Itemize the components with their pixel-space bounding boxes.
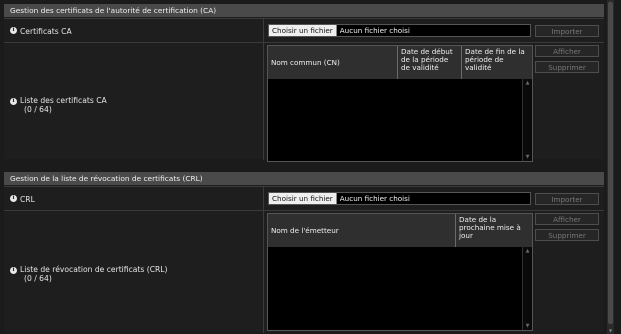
- crl-section-header: Gestion de la liste de révocation de cer…: [4, 172, 604, 185]
- crl-file-picker[interactable]: Choisir un fichier Aucun fichier choisi: [268, 192, 531, 205]
- ca-import-button[interactable]: Importer: [535, 25, 599, 37]
- crl-table-scrollbar[interactable]: ▲ ▼: [522, 247, 532, 330]
- info-icon: i: [10, 195, 17, 202]
- scroll-up-arrow-icon[interactable]: ▲: [523, 247, 532, 255]
- ca-choose-file-button[interactable]: Choisir un fichier: [269, 25, 337, 36]
- ca-table-scrollbar[interactable]: ▲ ▼: [522, 79, 532, 161]
- ca-table-header: Nom commun (CN) Date de début de la péri…: [268, 46, 532, 79]
- crl-table: Nom de l'émetteur Date de la prochaine m…: [267, 213, 533, 331]
- column-header-issuer-name[interactable]: Nom de l'émetteur: [268, 214, 456, 247]
- divider: [263, 43, 264, 160]
- scroll-down-arrow-icon[interactable]: ▼: [607, 328, 614, 334]
- crl-label-group: i CRL: [10, 195, 35, 204]
- divider: [263, 19, 264, 43]
- crl-list-count: (0 / 64): [24, 274, 52, 283]
- crl-import-button[interactable]: Importer: [535, 193, 599, 205]
- column-header-common-name[interactable]: Nom commun (CN): [268, 46, 398, 79]
- crl-choose-file-button[interactable]: Choisir un fichier: [269, 193, 337, 204]
- page-scrollbar[interactable]: ▲ ▼: [607, 0, 614, 334]
- crl-show-button[interactable]: Afficher: [535, 213, 599, 225]
- crl-import-row: i CRL Choisir un fichier Aucun fichier c…: [4, 186, 604, 211]
- ca-cert-table: Nom commun (CN) Date de début de la péri…: [267, 45, 533, 162]
- ca-list-count: (0 / 64): [24, 105, 52, 114]
- ca-cert-label: Certificats CA: [20, 27, 72, 36]
- scroll-up-arrow-icon[interactable]: ▲: [523, 79, 532, 87]
- crl-list-row: i Liste de révocation de certificats (CR…: [4, 210, 604, 333]
- crl-list-label: Liste de révocation de certificats (CRL): [20, 265, 168, 274]
- column-header-validity-start[interactable]: Date de début de la période de validité: [398, 46, 462, 79]
- ca-cert-list-row: i Liste des certificats CA (0 / 64) Nom …: [4, 42, 604, 162]
- ca-list-label: Liste des certificats CA: [20, 96, 107, 105]
- ca-delete-button[interactable]: Supprimer: [535, 61, 599, 73]
- crl-file-status: Aucun fichier choisi: [339, 194, 410, 203]
- divider: [263, 187, 264, 211]
- scroll-down-arrow-icon[interactable]: ▼: [523, 153, 532, 161]
- info-icon: i: [10, 98, 17, 105]
- crl-label: CRL: [20, 195, 35, 204]
- crl-list-label-group: i Liste de révocation de certificats (CR…: [10, 265, 167, 283]
- ca-list-label-text: Liste des certificats CA (0 / 64): [20, 96, 107, 114]
- certificate-management-page: Gestion des certificats de l'autorité de…: [0, 0, 621, 334]
- ca-list-label-group: i Liste des certificats CA (0 / 64): [10, 96, 107, 114]
- info-icon: i: [10, 27, 17, 34]
- ca-file-picker[interactable]: Choisir un fichier Aucun fichier choisi: [268, 24, 531, 37]
- column-header-validity-end[interactable]: Date de fin de la période de validité: [462, 46, 532, 79]
- ca-section-header: Gestion des certificats de l'autorité de…: [4, 4, 604, 17]
- page-scrollbar-thumb[interactable]: [608, 2, 613, 324]
- crl-delete-button[interactable]: Supprimer: [535, 229, 599, 241]
- column-header-next-update[interactable]: Date de la prochaine mise à jour: [456, 214, 532, 247]
- ca-file-status: Aucun fichier choisi: [339, 26, 410, 35]
- crl-management-panel: Gestion de la liste de révocation de cer…: [4, 172, 604, 333]
- crl-table-header: Nom de l'émetteur Date de la prochaine m…: [268, 214, 532, 247]
- divider: [263, 211, 264, 333]
- ca-management-panel: Gestion des certificats de l'autorité de…: [4, 4, 604, 162]
- ca-cert-label-group: i Certificats CA: [10, 27, 72, 36]
- ca-cert-import-row: i Certificats CA Choisir un fichier Aucu…: [4, 18, 604, 43]
- scroll-down-arrow-icon[interactable]: ▼: [523, 322, 532, 330]
- crl-list-label-text: Liste de révocation de certificats (CRL)…: [20, 265, 167, 283]
- ca-show-button[interactable]: Afficher: [535, 45, 599, 57]
- info-icon: i: [10, 267, 17, 274]
